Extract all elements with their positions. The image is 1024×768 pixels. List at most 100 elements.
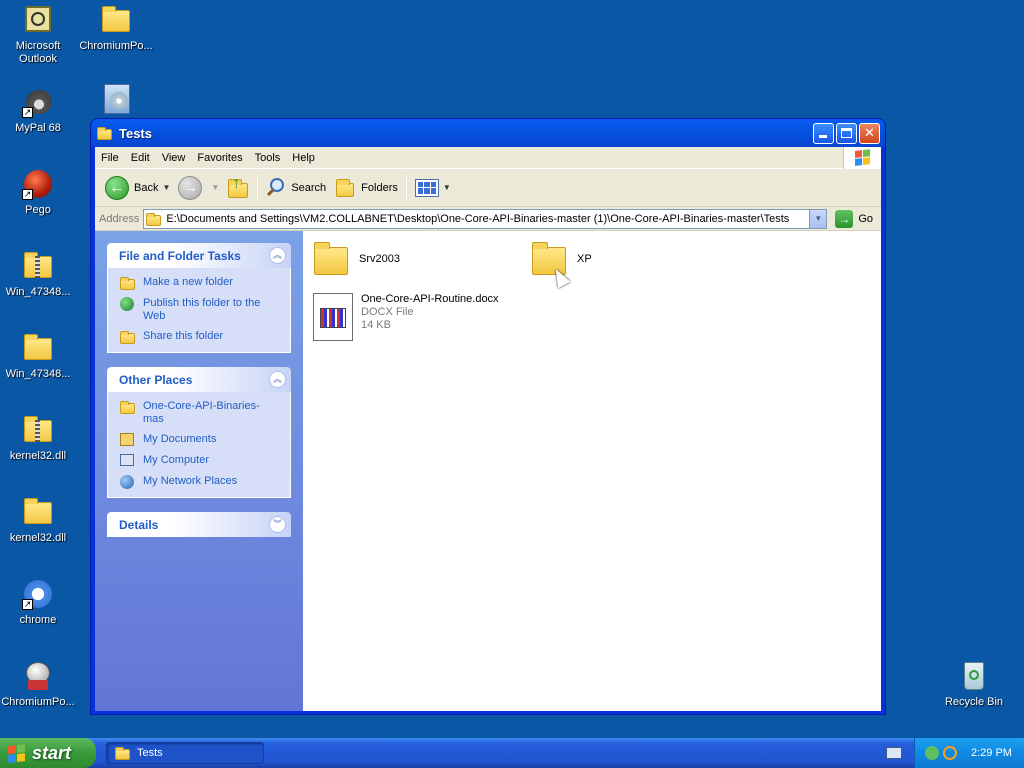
tray-search-icon[interactable] [943, 746, 957, 760]
share-folder-icon [120, 330, 136, 344]
chromium-portable-icon [22, 660, 54, 692]
desktop-icon-label: kernel32.dll [9, 532, 67, 544]
back-dropdown-icon[interactable]: ▼ [162, 183, 170, 192]
collapse-chevron-icon[interactable]: ︽ [269, 371, 286, 388]
keyboard-icon[interactable] [886, 747, 902, 759]
forward-button[interactable]: → ▼ [174, 173, 223, 203]
menu-file[interactable]: File [95, 152, 125, 164]
start-label: start [32, 742, 72, 763]
zip-folder-icon [22, 250, 54, 282]
place-my-computer[interactable]: My Computer [120, 454, 280, 468]
go-arrow-icon: → [835, 209, 854, 228]
menu-favorites[interactable]: Favorites [191, 152, 248, 164]
desktop-icon-kernel32-zip[interactable]: kernel32.dll [0, 414, 78, 463]
folder-icon [146, 212, 162, 226]
collapse-chevron-icon[interactable]: ︽ [269, 247, 286, 264]
desktop-icon-chromium-portable[interactable]: ChromiumPo... [0, 660, 78, 709]
my-documents-icon [120, 433, 136, 447]
file-item-docx[interactable]: One-Core-API-Routine.docx DOCX File 14 K… [313, 293, 499, 341]
address-dropdown-icon[interactable]: ▼ [809, 209, 827, 228]
desktop-icon-kernel32-folder[interactable]: kernel32.dll [0, 496, 78, 545]
file-name: One-Core-API-Routine.docx [361, 293, 499, 305]
desktop-icon-pego[interactable]: ↗ Pego [0, 168, 78, 217]
folders-label: Folders [361, 181, 398, 194]
desktop-icon-label: Recycle Bin [944, 696, 1004, 708]
menu-view[interactable]: View [156, 152, 192, 164]
minimize-button[interactable] [813, 122, 834, 144]
views-button[interactable]: ▼ [411, 173, 455, 203]
minimize-icon [819, 134, 827, 138]
panel-title: Other Places [119, 372, 193, 387]
file-list: Srv2003 XP One-Core-API-Routine.docx DOC… [303, 231, 881, 711]
address-path[interactable]: E:\Documents and Settings\VM2.COLLABNET\… [166, 213, 809, 225]
chrome-icon: ↗ [22, 578, 54, 610]
recycle-bin-icon [958, 660, 990, 692]
desktop-icon-chrome[interactable]: ↗ chrome [0, 578, 78, 627]
desktop-icon-recycle-bin[interactable]: Recycle Bin [934, 660, 1014, 709]
file-item-folder-srv2003[interactable]: Srv2003 [311, 239, 400, 279]
panel-header[interactable]: File and Folder Tasks ︽ [107, 243, 291, 268]
task-pane: File and Folder Tasks ︽ Make a new folde… [95, 231, 303, 711]
folders-button[interactable]: Folders [330, 173, 402, 203]
panel-title: File and Folder Tasks [119, 248, 241, 263]
new-folder-icon [120, 276, 136, 290]
forward-dropdown-icon[interactable]: ▼ [211, 183, 219, 192]
folder-icon [97, 126, 113, 140]
go-button[interactable]: → Go [831, 209, 877, 228]
desktop-icon-mypal[interactable]: ↗ MyPal 68 [0, 86, 78, 135]
publish-web-icon [120, 297, 136, 311]
windows-logo-icon [8, 743, 26, 763]
desktop-icon-outlook[interactable]: Microsoft Outlook [0, 4, 78, 66]
address-field[interactable]: E:\Documents and Settings\VM2.COLLABNET\… [143, 208, 828, 229]
close-button[interactable]: ✕ [859, 122, 880, 144]
folder-icon [100, 4, 132, 36]
desktop-icon-win-folder[interactable]: Win_47348... [0, 332, 78, 381]
search-icon [266, 177, 286, 198]
maximize-button[interactable] [836, 122, 857, 144]
forward-arrow-icon: → [178, 175, 203, 200]
place-label: My Documents [143, 433, 217, 445]
expand-chevron-icon[interactable]: ︾ [269, 516, 286, 533]
desktop-icon-label: ChromiumPo... [79, 40, 153, 52]
place-my-documents[interactable]: My Documents [120, 433, 280, 447]
task-share-folder[interactable]: Share this folder [120, 330, 280, 344]
task-label: Make a new folder [143, 276, 233, 288]
place-parent-folder[interactable]: One-Core-API-Binaries-mas [120, 400, 280, 426]
panel-header[interactable]: Details ︾ [107, 512, 291, 537]
window-titlebar[interactable]: Tests ✕ [91, 119, 885, 147]
pego-icon: ↗ [22, 168, 54, 200]
desktop-icon-chromium-folder[interactable]: ChromiumPo... [76, 4, 156, 53]
place-my-network-places[interactable]: My Network Places [120, 475, 280, 489]
clock[interactable]: 2:29 PM [971, 747, 1012, 759]
task-publish-to-web[interactable]: Publish this folder to the Web [120, 297, 280, 323]
docx-file-icon [313, 293, 353, 341]
go-label: Go [858, 212, 873, 225]
folder-icon [120, 400, 136, 414]
views-icon [414, 178, 439, 197]
menu-edit[interactable]: Edit [125, 152, 156, 164]
menu-bar: File Edit View Favorites Tools Help [95, 147, 881, 169]
search-label: Search [291, 181, 327, 194]
taskbar: start Tests 2:29 PM [0, 738, 1024, 768]
search-button[interactable]: Search [262, 173, 330, 203]
window-title: Tests [119, 125, 152, 141]
menu-tools[interactable]: Tools [249, 152, 287, 164]
file-type: DOCX File [361, 306, 414, 318]
place-label: One-Core-API-Binaries-mas [143, 400, 260, 425]
folder-icon [115, 746, 131, 760]
up-button[interactable]: ↑ [223, 173, 253, 203]
tray-app-icon[interactable] [925, 746, 939, 760]
menu-help[interactable]: Help [286, 152, 321, 164]
mypal-icon: ↗ [22, 86, 54, 118]
maximize-icon [841, 128, 852, 138]
task-make-new-folder[interactable]: Make a new folder [120, 276, 280, 290]
desktop-icon-label: Microsoft Outlook [15, 40, 61, 65]
taskbar-button-tests[interactable]: Tests [106, 742, 264, 764]
back-button[interactable]: ← Back ▼ [101, 173, 174, 203]
desktop-icon-label: Pego [25, 204, 51, 216]
details-panel: Details ︾ [107, 512, 291, 537]
close-icon: ✕ [864, 125, 875, 140]
panel-header[interactable]: Other Places ︽ [107, 367, 291, 392]
start-button[interactable]: start [0, 738, 96, 768]
desktop-icon-win-zip[interactable]: Win_47348... [0, 250, 78, 299]
